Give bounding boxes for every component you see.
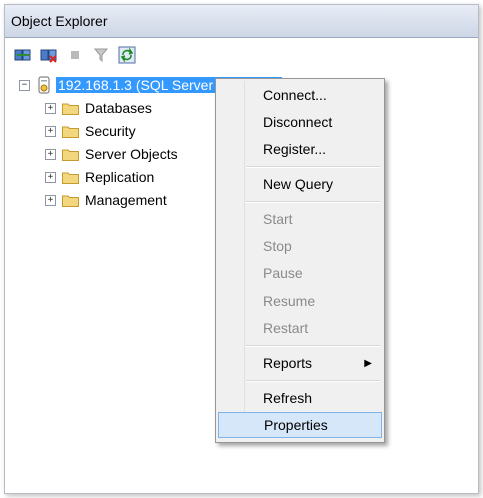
tree-item-databases[interactable]: + Databases [45, 98, 152, 118]
panel-title: Object Explorer [11, 13, 108, 29]
tree-item-server-objects[interactable]: + Server Objects [45, 144, 178, 164]
menu-item-connect[interactable]: Connect... [218, 82, 382, 108]
menu-item-resume: Resume [263, 293, 316, 309]
expand-toggle[interactable]: + [45, 194, 56, 206]
server-icon [36, 76, 52, 94]
disconnect-icon[interactable] [39, 45, 59, 65]
tree-item-security[interactable]: + Security [45, 121, 136, 141]
menu-item-pause: Pause [263, 265, 303, 281]
menu-item-start: Start [263, 211, 293, 227]
tree-item-label: Replication [85, 169, 155, 185]
menu-item-register[interactable]: Register... [218, 136, 382, 162]
expand-toggle[interactable]: + [45, 125, 56, 137]
tree-item-label: Security [85, 123, 136, 139]
menu-item-restart: Restart [263, 320, 309, 336]
menu-item-properties[interactable]: Properties [218, 412, 382, 438]
expand-toggle[interactable]: + [45, 171, 56, 183]
folder-icon [62, 172, 79, 184]
menu-item-label: Reports [263, 355, 313, 371]
filter-icon[interactable] [91, 45, 111, 65]
expand-toggle[interactable]: + [45, 102, 56, 114]
menu-item-stop: Stop [263, 238, 292, 254]
tree-item-label: Databases [85, 100, 152, 116]
toolbar [5, 38, 478, 68]
object-explorer-titlebar: Object Explorer [5, 5, 478, 38]
menu-separator [246, 345, 380, 347]
folder-icon [62, 103, 79, 115]
menu-item-refresh[interactable]: Refresh [218, 385, 382, 411]
submenu-arrow-icon: ▶ [364, 357, 372, 369]
menu-item-disconnect[interactable]: Disconnect [218, 109, 382, 135]
stop-icon[interactable] [65, 45, 85, 65]
folder-icon [62, 126, 79, 138]
menu-separator [246, 380, 380, 382]
context-menu: Connect... Disconnect Register... New Qu… [215, 78, 385, 443]
menu-item-new-query[interactable]: New Query [218, 171, 382, 197]
connect-icon[interactable] [13, 45, 33, 65]
folder-icon [62, 195, 79, 207]
expand-toggle[interactable]: + [45, 148, 56, 160]
collapse-toggle[interactable]: − [19, 79, 30, 91]
tree-item-label: Management [85, 192, 167, 208]
folder-icon [62, 149, 79, 161]
refresh-icon[interactable] [117, 45, 137, 65]
menu-separator [246, 166, 380, 168]
menu-item-reports[interactable]: Reports ▶ [218, 350, 382, 376]
menu-separator [246, 201, 380, 203]
tree-item-label: Server Objects [85, 146, 178, 162]
tree-item-management[interactable]: + Management [45, 190, 167, 210]
tree-item-replication[interactable]: + Replication [45, 167, 154, 187]
